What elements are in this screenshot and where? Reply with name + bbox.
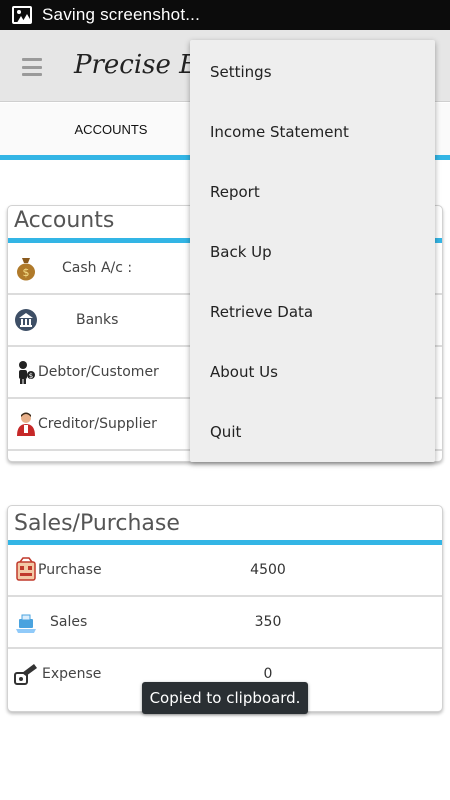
expense-label: Expense	[42, 666, 102, 682]
cash-label: Cash A/c :	[62, 260, 133, 276]
creditor-icon	[17, 412, 35, 436]
svg-text:$: $	[23, 266, 30, 279]
image-icon	[12, 6, 32, 24]
debtor-icon: $	[19, 361, 35, 384]
bank-icon	[15, 309, 37, 331]
hamburger-icon[interactable]	[22, 58, 42, 76]
purchase-value: 4500	[250, 562, 286, 578]
sales-value: 350	[254, 614, 282, 630]
purchase-label: Purchase	[38, 562, 102, 578]
tab-accounts[interactable]: ACCOUNTS	[0, 103, 222, 155]
accounts-title: Accounts	[14, 208, 115, 233]
money-bag-icon: $	[17, 258, 35, 281]
sales-purchase-title: Sales/Purchase	[14, 511, 180, 536]
menu-item-report[interactable]: Report	[190, 162, 435, 222]
list-item-purchase[interactable]: Purchase 4500	[8, 545, 442, 597]
sales-icon	[16, 614, 36, 633]
menu-item-retrieve-data[interactable]: Retrieve Data	[190, 282, 435, 342]
status-bar: Saving screenshot...	[0, 0, 450, 30]
creditor-label: Creditor/Supplier	[38, 416, 157, 432]
purchase-icon	[16, 557, 36, 581]
status-text: Saving screenshot...	[42, 5, 201, 24]
menu-item-quit[interactable]: Quit	[190, 402, 435, 462]
menu-item-settings[interactable]: Settings	[190, 42, 435, 102]
svg-text:$: $	[29, 372, 33, 380]
debtor-label: Debtor/Customer	[38, 364, 159, 380]
banks-label: Banks	[76, 312, 119, 328]
menu-item-about-us[interactable]: About Us	[190, 342, 435, 402]
expense-value: 0	[263, 666, 273, 682]
toast-message: Copied to clipboard.	[142, 682, 308, 714]
sales-label: Sales	[50, 614, 88, 630]
expense-icon	[14, 664, 37, 685]
overflow-menu: Settings Income Statement Report Back Up…	[190, 40, 435, 462]
sales-purchase-card: Sales/Purchase Purchase 4500 Sales 350 E…	[7, 505, 443, 712]
menu-item-back-up[interactable]: Back Up	[190, 222, 435, 282]
menu-item-income-statement[interactable]: Income Statement	[190, 102, 435, 162]
list-item-sales[interactable]: Sales 350	[8, 597, 442, 649]
